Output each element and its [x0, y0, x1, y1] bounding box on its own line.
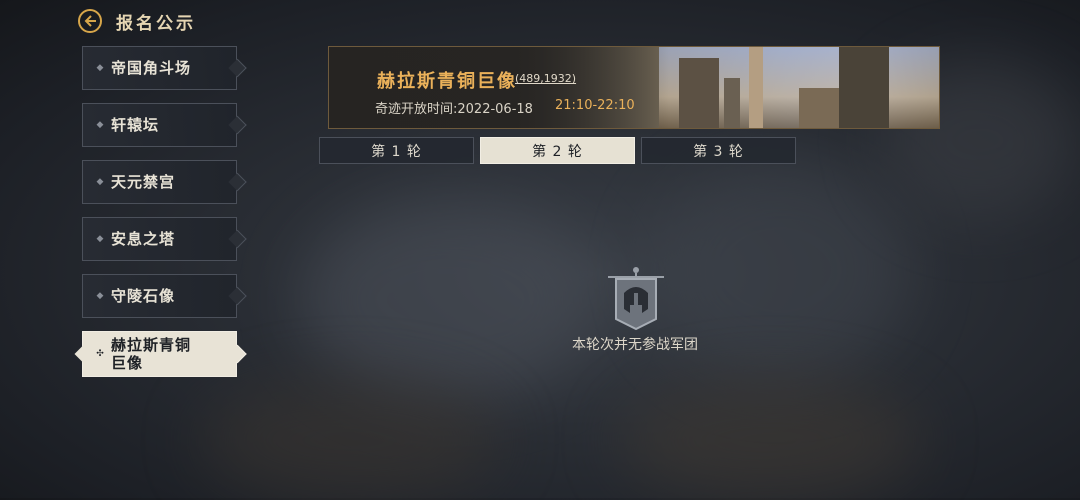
wonder-name: 赫拉斯青铜巨像	[377, 71, 517, 92]
diamond-icon: ◆	[96, 120, 104, 130]
sidebar-item-label: 守陵石像	[111, 287, 176, 305]
page-title: 报名公示	[116, 13, 196, 34]
sidebar-item-label: 帝国角斗场	[111, 59, 192, 77]
diamond-icon: ◆	[96, 234, 104, 244]
sidebar-item-tianyuan-palace[interactable]: ◆ 天元禁宫	[82, 160, 237, 204]
open-time-range: 21:10-22:10	[555, 98, 635, 113]
tab-round-2[interactable]: 第 2 轮	[480, 137, 635, 164]
empty-state-text: 本轮次并无参战军团	[572, 337, 698, 353]
tab-round-3[interactable]: 第 3 轮	[641, 137, 796, 164]
diamond-icon: ◆	[96, 177, 104, 187]
sidebar-item-xuanyuan-altar[interactable]: ◆ 轩辕坛	[82, 103, 237, 147]
wonder-banner: 赫拉斯青铜巨像 (489,1932) 奇迹开放时间:2022-06-18 21:…	[328, 46, 940, 129]
wonder-coordinates-link[interactable]: (489,1932)	[515, 72, 576, 85]
sidebar-item-guardian-statue[interactable]: ◆ 守陵石像	[82, 274, 237, 318]
diamond-icon: ◆	[96, 291, 104, 301]
sidebar-item-bronze-colossus[interactable]: ✣ 赫拉斯青铜巨像	[82, 331, 237, 377]
round-tabs: 第 1 轮 第 2 轮 第 3 轮	[319, 137, 796, 164]
diamond-icon: ◆	[96, 63, 104, 73]
back-button[interactable]	[78, 9, 102, 33]
header: 报名公示	[78, 6, 196, 36]
sidebar-item-label: 安息之塔	[111, 230, 176, 248]
sidebar: ◆ 帝国角斗场 ◆ 轩辕坛 ◆ 天元禁宫 ◆ 安息之塔 ◆ 守陵石像 ✣ 赫拉斯…	[82, 46, 242, 390]
sidebar-item-imperial-arena[interactable]: ◆ 帝国角斗场	[82, 46, 237, 90]
diamond-icon: ✣	[96, 349, 104, 359]
back-arrow-icon	[84, 15, 96, 27]
sidebar-item-rest-tower[interactable]: ◆ 安息之塔	[82, 217, 237, 261]
banner-helmet-icon	[608, 267, 664, 331]
sidebar-item-label: 轩辕坛	[111, 116, 160, 134]
tab-round-1[interactable]: 第 1 轮	[319, 137, 474, 164]
sidebar-item-label: 赫拉斯青铜巨像	[111, 336, 192, 372]
sidebar-item-label: 天元禁宫	[111, 173, 176, 191]
open-time-label: 奇迹开放时间:2022-06-18	[375, 102, 533, 117]
